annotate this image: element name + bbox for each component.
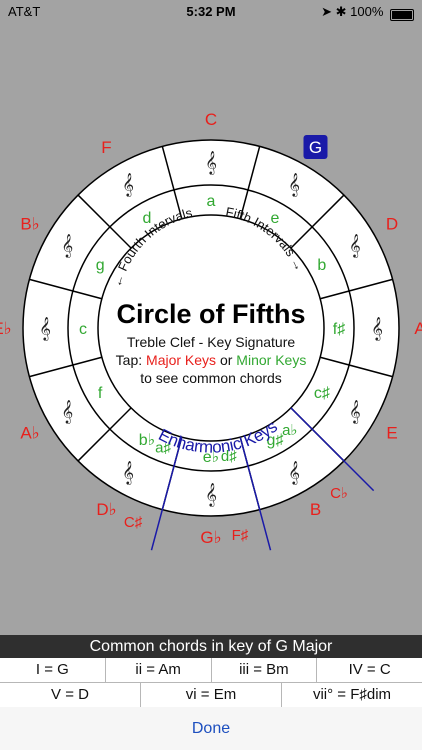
circle-of-fifths-wheel: C𝄞aG𝄞eD𝄞bA𝄞f♯E𝄞c♯B𝄞g♯G♭𝄞e♭D♭𝄞b♭A♭𝄞fE♭𝄞cB… (0, 110, 422, 551)
chord-cell: IV = C (348, 661, 391, 678)
major-key-4[interactable]: E (386, 424, 397, 443)
key-signature-9: 𝄞 (39, 318, 51, 341)
enharmonic-minor-0[interactable]: a♭ (282, 422, 297, 439)
major-key-6[interactable]: G♭ (200, 528, 221, 547)
key-signature-5: 𝄞 (288, 462, 300, 485)
minor-key-9[interactable]: c (79, 321, 87, 338)
major-key-5[interactable]: B (310, 500, 321, 519)
minor-key-8[interactable]: f (98, 385, 103, 402)
key-signature-8: 𝄞 (61, 401, 73, 424)
chord-grid: I = G ii = Am iii = Bm IV = C V = D vi =… (0, 658, 422, 708)
major-key-3[interactable]: A (414, 319, 422, 338)
key-signature-7: 𝄞 (122, 462, 134, 485)
chord-row: V = D vi = Em vii° = F♯dim (0, 683, 422, 708)
major-key-8[interactable]: A♭ (20, 424, 39, 443)
key-signature-1: 𝄞 (288, 174, 300, 197)
chord-cell: I = G (0, 658, 106, 682)
major-key-7[interactable]: D♭ (96, 500, 116, 519)
key-signature-11: 𝄞 (122, 174, 134, 197)
minor-key-4[interactable]: c♯ (314, 385, 330, 402)
chord-cell: iii = Bm (212, 658, 318, 682)
enharmonic-major-2[interactable]: C♯ (124, 514, 143, 531)
subtitle: Treble Clef - Key Signature (127, 334, 296, 350)
instruction-line-2: to see common chords (140, 370, 282, 386)
page-title: Circle of Fifths (116, 299, 305, 329)
minor-key-7[interactable]: b♭ (139, 432, 155, 449)
instruction-line: Tap: Major Keys or Minor Keys (116, 352, 307, 368)
chord-cell: V = D (0, 683, 141, 707)
key-signature-2: 𝄞 (349, 235, 361, 258)
done-button[interactable]: Done (0, 707, 422, 750)
minor-key-0[interactable]: a (207, 193, 216, 210)
key-signature-4: 𝄞 (349, 401, 361, 424)
major-key-1[interactable]: G (309, 138, 322, 157)
major-key-2[interactable]: D (386, 215, 398, 234)
chord-cell: vii° = F♯dim (312, 686, 392, 703)
enharmonic-major-1[interactable]: F♯ (232, 527, 249, 544)
key-signature-3: 𝄞 (371, 318, 383, 341)
major-key-0[interactable]: C (205, 110, 217, 129)
key-signature-0: 𝄞 (205, 152, 217, 175)
key-signature-6: 𝄞 (205, 484, 217, 507)
enharmonic-major-0[interactable]: C♭ (330, 485, 348, 502)
major-key-9[interactable]: E♭ (0, 319, 12, 338)
major-key-10[interactable]: B♭ (20, 215, 39, 234)
chords-header: Common chords in key of G Major (0, 635, 422, 658)
key-signature-10: 𝄞 (61, 235, 73, 258)
chord-cell: ii = Am (106, 658, 212, 682)
minor-key-10[interactable]: g (96, 257, 105, 274)
major-key-11[interactable]: F (101, 138, 111, 157)
minor-key-3[interactable]: f♯ (333, 321, 345, 338)
minor-keys-hint: Minor Keys (236, 352, 306, 368)
chord-row: I = G ii = Am iii = Bm IV = C (0, 658, 422, 683)
major-keys-hint: Major Keys (146, 352, 216, 368)
minor-key-2[interactable]: b (317, 257, 326, 274)
chord-cell: vi = Em (141, 683, 282, 707)
